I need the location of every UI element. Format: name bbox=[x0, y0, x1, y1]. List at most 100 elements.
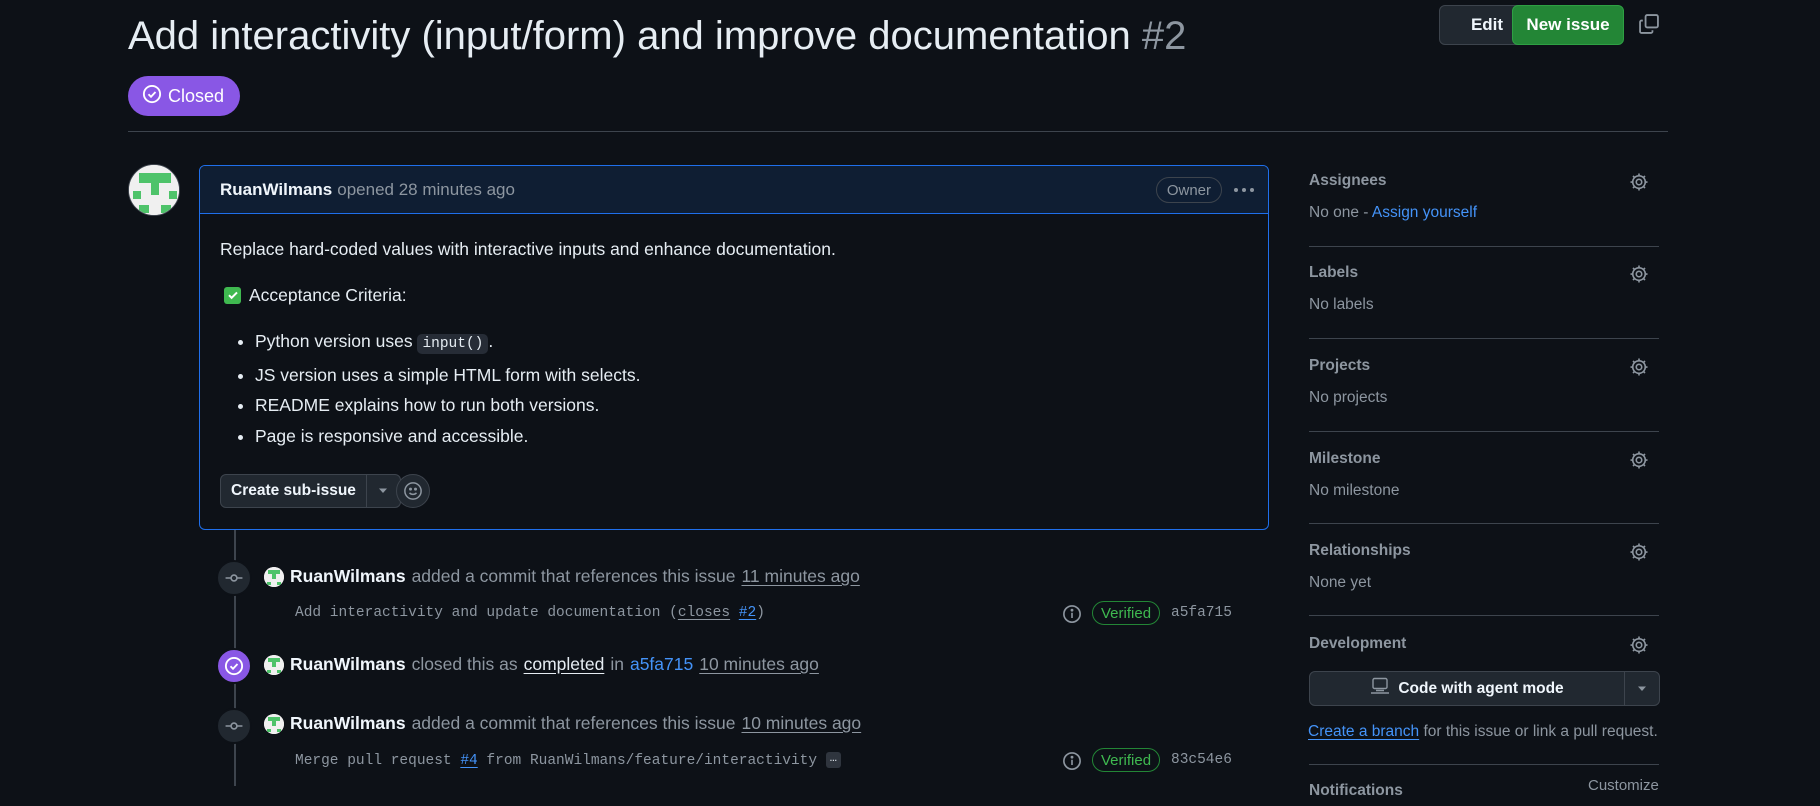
criteria-title: Acceptance Criteria: bbox=[249, 285, 407, 305]
sidebar-title: Projects bbox=[1309, 357, 1371, 374]
sidebar-value: No one - Assign yourself bbox=[1309, 204, 1659, 222]
code-with-agent-button[interactable]: Code with agent mode bbox=[1309, 671, 1660, 706]
author-avatar[interactable] bbox=[128, 164, 180, 216]
agent-mode-main[interactable]: Code with agent mode bbox=[1310, 672, 1625, 705]
timeline-event: RuanWilmans closed this as completed in … bbox=[264, 654, 819, 675]
check-circle-icon bbox=[216, 648, 252, 684]
timeline-event: RuanWilmans added a commit that referenc… bbox=[264, 566, 860, 587]
commit-text: ) bbox=[756, 605, 765, 621]
timeline-event: RuanWilmans added a commit that referenc… bbox=[264, 713, 861, 734]
branch-rest-text: for this issue or link a pull request. bbox=[1419, 723, 1658, 740]
avatar[interactable] bbox=[264, 654, 284, 675]
customize-link[interactable]: Customize bbox=[1588, 777, 1659, 794]
issue-title: Add interactivity (input/form) and impro… bbox=[128, 8, 1186, 64]
smiley-icon[interactable] bbox=[396, 474, 430, 508]
sidebar-title: Relationships bbox=[1309, 542, 1411, 559]
owner-badge: Owner bbox=[1155, 177, 1222, 203]
event-author[interactable]: RuanWilmans bbox=[290, 713, 406, 734]
sidebar-title: Development bbox=[1309, 635, 1407, 652]
sidebar-value: No labels bbox=[1309, 296, 1374, 313]
create-sub-issue-button[interactable]: Create sub-issue bbox=[220, 474, 367, 508]
issue-state-label: Closed bbox=[168, 85, 225, 106]
triangle-down-icon[interactable] bbox=[1625, 672, 1659, 705]
avatar[interactable] bbox=[264, 713, 284, 734]
agent-label: Code with agent mode bbox=[1398, 679, 1564, 697]
sidebar-labels: Labels No labels bbox=[1309, 264, 1659, 339]
gear-icon[interactable] bbox=[1629, 357, 1649, 377]
kebab-horizontal-icon[interactable] bbox=[1232, 179, 1256, 201]
event-action: added a commit that references this issu… bbox=[411, 713, 736, 733]
issue-title-text: Add interactivity (input/form) and impro… bbox=[128, 14, 1131, 58]
inline-code: input() bbox=[417, 334, 489, 354]
comment-author[interactable]: RuanWilmans bbox=[220, 180, 332, 200]
sidebar-title: Labels bbox=[1309, 264, 1359, 281]
gear-icon[interactable] bbox=[1629, 172, 1649, 192]
sidebar-projects: Projects No projects bbox=[1309, 357, 1659, 432]
list-item: Page is responsive and accessible. bbox=[255, 421, 1248, 452]
comment-header: RuanWilmans opened 28 minutes ago Owner bbox=[200, 166, 1268, 214]
criteria-text: . bbox=[488, 331, 494, 351]
commit-text: from RuanWilmans/feature/interactivity bbox=[477, 752, 818, 769]
commit-message[interactable]: Add interactivity and update documentati… bbox=[295, 605, 765, 621]
verified-badge[interactable]: Verified bbox=[1092, 748, 1161, 772]
comment-timestamp[interactable]: opened 28 minutes ago bbox=[337, 180, 515, 200]
agent-icon bbox=[1370, 677, 1390, 700]
gear-icon[interactable] bbox=[1629, 264, 1649, 284]
issue-number: #2 bbox=[1141, 14, 1187, 58]
avatar[interactable] bbox=[264, 566, 284, 587]
event-action: added a commit that references this issu… bbox=[411, 566, 736, 586]
expand-ellipsis-button[interactable]: … bbox=[825, 752, 841, 768]
sidebar-value: None yet bbox=[1309, 574, 1372, 591]
event-time[interactable]: 10 minutes ago bbox=[699, 654, 819, 675]
sidebar-relationships: Relationships None yet bbox=[1309, 542, 1659, 616]
git-commit-icon bbox=[216, 560, 252, 596]
verified-badge[interactable]: Verified bbox=[1092, 601, 1161, 625]
commit-ref-link[interactable]: a5fa715 bbox=[630, 654, 693, 675]
issue-closed-icon bbox=[142, 84, 162, 109]
commit-text: Merge pull request bbox=[295, 752, 461, 769]
event-action: closed this as bbox=[411, 654, 518, 674]
event-author[interactable]: RuanWilmans bbox=[290, 654, 406, 675]
commit-sha[interactable]: 83c54e6 bbox=[1171, 752, 1232, 768]
sidebar-notifications-title: Notifications bbox=[1309, 782, 1403, 799]
list-item: Python version uses input(). bbox=[255, 326, 1248, 360]
commit-text: Add interactivity and update documentati… bbox=[295, 605, 678, 621]
git-commit-icon bbox=[216, 708, 252, 744]
new-issue-button[interactable]: New issue bbox=[1512, 5, 1624, 45]
sidebar-title: Assignees bbox=[1309, 172, 1387, 189]
header-divider bbox=[128, 131, 1668, 132]
assign-yourself-link[interactable]: Assign yourself bbox=[1372, 204, 1477, 221]
gear-icon[interactable] bbox=[1629, 542, 1649, 562]
checkbox-emoji-icon bbox=[224, 286, 241, 304]
comment-intro: Replace hard-coded values with interacti… bbox=[220, 239, 836, 259]
sidebar-value: No milestone bbox=[1309, 482, 1400, 499]
comment-body: Replace hard-coded values with interacti… bbox=[200, 214, 1268, 451]
pr-ref-link[interactable]: #4 bbox=[460, 753, 477, 769]
criteria-text: Python version uses bbox=[255, 331, 418, 351]
sidebar-milestone: Milestone No milestone bbox=[1309, 450, 1659, 524]
event-status[interactable]: completed bbox=[524, 654, 605, 675]
gear-icon[interactable] bbox=[1629, 635, 1649, 655]
criteria-list: Python version uses input(). JS version … bbox=[220, 326, 1248, 451]
branch-text: Create a branch for this issue or link a… bbox=[1308, 723, 1658, 741]
create-branch-link[interactable]: Create a branch bbox=[1308, 723, 1419, 740]
criteria-heading: Acceptance Criteria: bbox=[220, 282, 1248, 308]
list-item: README explains how to run both versions… bbox=[255, 390, 1248, 421]
event-action: in bbox=[610, 654, 624, 674]
gear-icon[interactable] bbox=[1629, 450, 1649, 470]
sidebar-title: Milestone bbox=[1309, 450, 1381, 467]
event-time[interactable]: 11 minutes ago bbox=[741, 566, 859, 587]
assignees-value: No one - bbox=[1309, 204, 1372, 221]
sidebar-assignees: Assignees No one - Assign yourself bbox=[1309, 172, 1659, 247]
info-icon[interactable] bbox=[1062, 604, 1082, 624]
commit-sha[interactable]: a5fa715 bbox=[1171, 605, 1232, 621]
copy-icon[interactable] bbox=[1638, 13, 1660, 35]
info-icon[interactable] bbox=[1062, 751, 1082, 771]
event-time[interactable]: 10 minutes ago bbox=[741, 713, 861, 734]
sub-issue-split-button: Create sub-issue bbox=[220, 474, 401, 508]
commit-message[interactable]: Merge pull request #4 from RuanWilmans/f… bbox=[295, 752, 841, 769]
event-author[interactable]: RuanWilmans bbox=[290, 566, 406, 587]
issue-ref-link[interactable]: #2 bbox=[739, 605, 756, 621]
commit-text: closes bbox=[677, 605, 731, 621]
list-item: JS version uses a simple HTML form with … bbox=[255, 360, 1248, 391]
